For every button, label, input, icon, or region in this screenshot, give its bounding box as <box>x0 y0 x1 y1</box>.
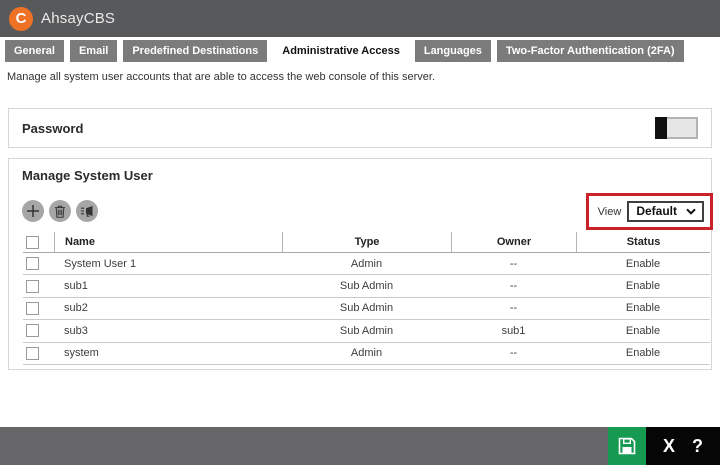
table-row: sub2 Sub Admin -- Enable <box>23 298 710 321</box>
column-header-name: Name <box>54 232 282 252</box>
broadcast-user-button[interactable] <box>76 200 98 222</box>
table-row: sub3 Sub Admin sub1 Enable <box>23 320 710 343</box>
tab-languages[interactable]: Languages <box>414 40 491 62</box>
user-name[interactable]: System User 1 <box>54 253 282 274</box>
table-header-row: Name Type Owner Status <box>23 232 710 253</box>
user-owner: -- <box>509 257 518 270</box>
tab-administrative-access[interactable]: Administrative Access <box>273 40 409 62</box>
user-type: Sub Admin <box>339 324 394 337</box>
table-row: System User 1 Admin -- Enable <box>23 253 710 276</box>
user-status: Enable <box>625 280 661 293</box>
column-header-status: Status <box>576 232 710 252</box>
tab-general[interactable]: General <box>5 40 64 62</box>
row-checkbox[interactable] <box>26 279 39 293</box>
trash-icon <box>54 205 66 218</box>
column-header-owner: Owner <box>451 232 576 252</box>
user-name[interactable]: sub2 <box>54 298 282 319</box>
system-user-table: Name Type Owner Status System User 1 Adm… <box>23 232 710 365</box>
user-status: Enable <box>625 347 661 360</box>
user-status: Enable <box>625 324 661 337</box>
password-toggle[interactable] <box>655 117 698 139</box>
select-all-checkbox[interactable] <box>26 235 39 249</box>
user-name[interactable]: system <box>54 343 282 364</box>
password-section-title: Password <box>22 120 84 136</box>
view-select-value: Default <box>636 204 677 218</box>
row-checkbox[interactable] <box>26 257 39 271</box>
tab-email[interactable]: Email <box>69 40 118 62</box>
user-type: Admin <box>350 347 383 360</box>
tab-two-factor-authentication[interactable]: Two-Factor Authentication (2FA) <box>496 40 684 62</box>
toggle-handle <box>655 117 667 139</box>
password-section: Password <box>8 108 712 148</box>
user-type: Sub Admin <box>339 280 394 293</box>
manage-section-title: Manage System User <box>22 168 153 183</box>
row-checkbox[interactable] <box>26 346 39 360</box>
user-name[interactable]: sub1 <box>54 275 282 296</box>
app-title: AhsayCBS <box>41 10 116 27</box>
ahsay-logo-icon: C <box>9 6 33 31</box>
user-status: Enable <box>625 302 661 315</box>
plus-icon <box>26 204 40 218</box>
delete-user-button[interactable] <box>49 200 71 222</box>
view-selector-highlight: View Default <box>585 193 713 230</box>
user-name[interactable]: sub3 <box>54 320 282 341</box>
column-header-type: Type <box>282 232 451 252</box>
footer-action-bar: X ? <box>0 427 720 465</box>
tab-bar: General Email Predefined Destinations Ad… <box>5 40 684 62</box>
chevron-down-icon <box>686 208 696 215</box>
user-owner: -- <box>509 280 518 293</box>
toggle-track <box>667 117 698 139</box>
user-type: Admin <box>350 257 383 270</box>
view-label: View <box>597 205 622 218</box>
add-user-button[interactable] <box>22 200 44 222</box>
help-button[interactable]: ? <box>692 437 703 455</box>
user-toolbar <box>22 200 98 222</box>
table-row: system Admin -- Enable <box>23 343 710 365</box>
save-button[interactable] <box>608 427 646 465</box>
view-select[interactable]: Default <box>627 201 704 222</box>
floppy-disk-icon <box>617 436 637 456</box>
user-status: Enable <box>625 257 661 270</box>
user-type: Sub Admin <box>339 302 394 315</box>
footer-black-section: X ? <box>646 427 720 465</box>
row-checkbox[interactable] <box>26 324 39 338</box>
table-row: sub1 Sub Admin -- Enable <box>23 275 710 298</box>
user-owner: -- <box>509 302 518 315</box>
megaphone-icon <box>80 205 94 217</box>
close-button[interactable]: X <box>663 437 675 455</box>
manage-system-user-section: Manage System User View Default Name Typ… <box>8 158 713 370</box>
user-owner: sub1 <box>501 324 526 337</box>
app-header: C AhsayCBS <box>0 0 720 37</box>
page-description: Manage all system user accounts that are… <box>7 71 436 83</box>
user-owner: -- <box>509 347 518 360</box>
tab-predefined-destinations[interactable]: Predefined Destinations <box>123 40 268 62</box>
row-checkbox[interactable] <box>26 301 39 315</box>
